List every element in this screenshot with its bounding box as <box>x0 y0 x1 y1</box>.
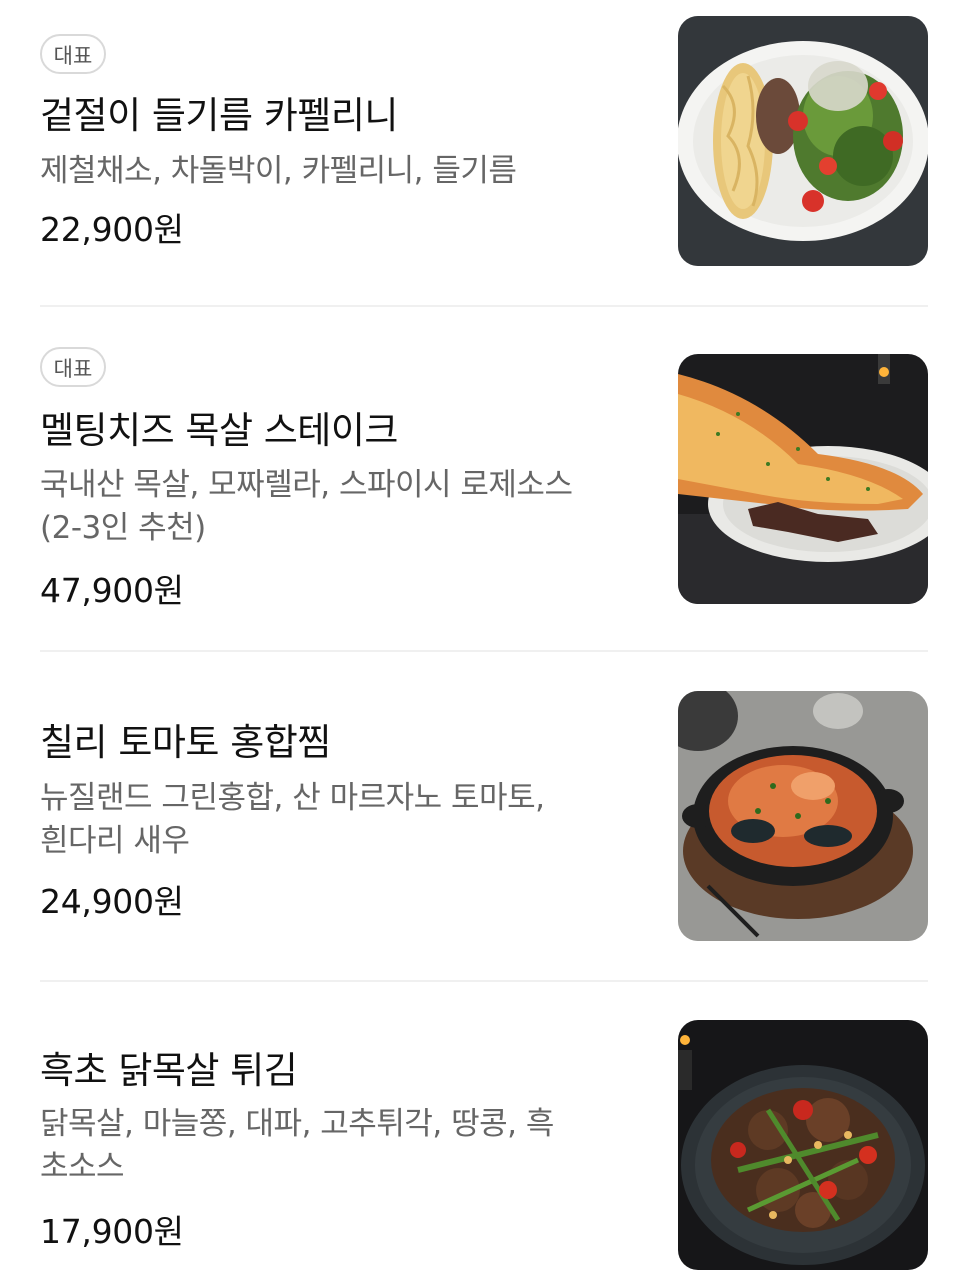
menu-item[interactable]: 대표 멜팅치즈 목살 스테이크 국내산 목살, 모짜렐라, 스파이시 로제소스 … <box>0 310 966 650</box>
description-line: 뉴질랜드 그린홍합, 산 마르자노 토마토, <box>40 780 545 816</box>
item-divider <box>40 980 928 982</box>
menu-item-description: 닭목살, 마늘쫑, 대파, 고추튀각, 땅콩, 흑 초소스 <box>40 1103 640 1189</box>
description-line: 초소스 <box>40 1149 125 1185</box>
item-divider <box>40 305 928 307</box>
description-line: 흰다리 새우 <box>40 823 190 859</box>
description-line: 국내산 목살, 모짜렐라, 스파이시 로제소스 <box>40 467 573 503</box>
item-divider <box>40 650 928 652</box>
menu-item-price: 22,900원 <box>40 210 184 249</box>
menu-item[interactable]: 칠리 토마토 홍합찜 뉴질랜드 그린홍합, 산 마르자노 토마토, 흰다리 새우… <box>0 655 966 980</box>
menu-item-price: 24,900원 <box>40 882 184 921</box>
menu-item-price: 47,900원 <box>40 571 184 610</box>
menu-item-name: 흑초 닭목살 튀김 <box>40 1049 298 1092</box>
description-line: 제철채소, 차돌박이, 카펠리니, 들기름 <box>40 153 517 189</box>
menu-item-price: 17,900원 <box>40 1212 184 1251</box>
signature-badge: 대표 <box>40 347 106 387</box>
menu-item[interactable]: 흑초 닭목살 튀김 닭목살, 마늘쫑, 대파, 고추튀각, 땅콩, 흑 초소스 … <box>0 985 966 1288</box>
signature-badge: 대표 <box>40 34 106 74</box>
description-line: 닭목살, 마늘쫑, 대파, 고추튀각, 땅콩, 흑 <box>40 1106 554 1142</box>
menu-item-description: 국내산 목살, 모짜렐라, 스파이시 로제소스 (2-3인 추천) <box>40 464 640 550</box>
menu-item[interactable]: 대표 겉절이 들기름 카펠리니 제철채소, 차돌박이, 카펠리니, 들기름 22… <box>0 0 966 300</box>
mussel-skillet-image[interactable] <box>678 691 928 941</box>
menu-item-name: 겉절이 들기름 카펠리니 <box>40 94 398 137</box>
menu-item-description: 제철채소, 차돌박이, 카펠리니, 들기름 <box>40 150 640 193</box>
description-line: (2-3인 추천) <box>40 510 206 546</box>
menu-list: 대표 겉절이 들기름 카펠리니 제철채소, 차돌박이, 카펠리니, 들기름 22… <box>0 0 966 1288</box>
menu-item-name: 멜팅치즈 목살 스테이크 <box>40 409 398 452</box>
menu-item-description: 뉴질랜드 그린홍합, 산 마르자노 토마토, 흰다리 새우 <box>40 777 640 863</box>
menu-item-name: 칠리 토마토 홍합찜 <box>40 721 331 764</box>
cheese-steak-plate-image[interactable] <box>678 354 928 604</box>
pasta-salad-plate-image[interactable] <box>678 16 928 266</box>
fried-chicken-plate-image[interactable] <box>678 1020 928 1270</box>
